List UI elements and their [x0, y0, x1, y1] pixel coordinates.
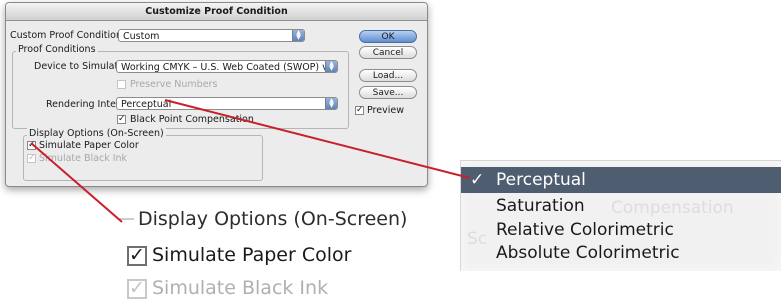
callout-lines: [30, 99, 471, 223]
rendering-intent-callout-line: [164, 99, 471, 179]
paper-color-callout-line: [30, 142, 123, 223]
